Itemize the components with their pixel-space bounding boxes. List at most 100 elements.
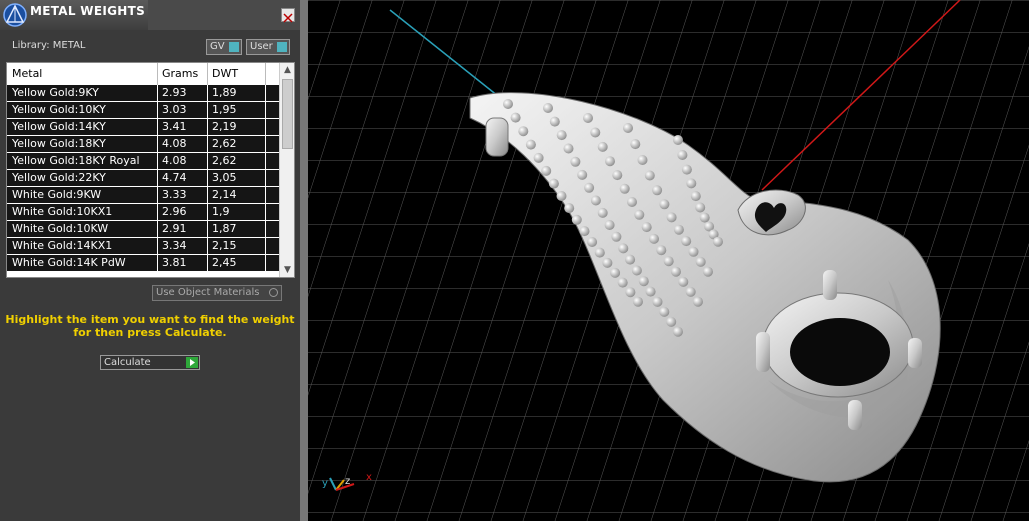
cell-grams: 3.03 <box>162 103 187 116</box>
bead <box>543 103 553 113</box>
table-row[interactable]: White Gold:10KX1 2.96 1,9 <box>7 204 279 221</box>
bead <box>548 178 559 189</box>
gizmo-y-label: y <box>322 478 328 489</box>
cell-metal: White Gold:9KW <box>12 188 102 201</box>
prong <box>756 332 770 372</box>
bead <box>652 185 663 196</box>
table-row[interactable]: Yellow Gold:22KY 4.74 3,05 <box>7 170 279 187</box>
bead <box>617 277 628 288</box>
cell-dwt: 1,9 <box>212 205 230 218</box>
table-row[interactable]: Yellow Gold:10KY 3.03 1,95 <box>7 102 279 119</box>
scroll-up-icon[interactable]: ▲ <box>280 63 294 77</box>
cell-dwt: 2,14 <box>212 188 237 201</box>
bead <box>612 170 623 181</box>
table-row[interactable]: Yellow Gold:9KY 2.93 1,89 <box>7 85 279 102</box>
cell-divider <box>207 255 208 271</box>
viewport-canvas[interactable]: y z x <box>308 0 1029 521</box>
use-object-materials-toggle[interactable]: Use Object Materials <box>152 285 282 301</box>
cell-grams: 3.41 <box>162 120 187 133</box>
toggle-indicator-icon <box>277 42 287 52</box>
table-row[interactable]: White Gold:14K PdW 3.81 2,45 <box>7 255 279 272</box>
bead <box>677 150 688 160</box>
cell-metal: Yellow Gold:9KY <box>12 86 99 99</box>
table-body: Yellow Gold:9KY 2.93 1,89 Yellow Gold:10KY 3… <box>7 85 279 272</box>
cell-metal: White Gold:14K PdW <box>12 256 126 269</box>
bead <box>713 236 723 247</box>
column-divider <box>157 63 158 85</box>
panel-divider[interactable] <box>300 0 308 521</box>
column-header-dwt[interactable]: DWT <box>212 67 238 80</box>
cell-divider <box>207 153 208 169</box>
bead <box>681 236 692 247</box>
column-header-metal[interactable]: Metal <box>12 67 42 80</box>
cell-grams: 4.08 <box>162 154 187 167</box>
bead <box>602 257 613 268</box>
bead <box>673 224 684 235</box>
cell-divider <box>157 221 158 237</box>
bead <box>686 178 697 189</box>
table-scrollbar[interactable]: ▲ ▼ <box>279 63 294 277</box>
table-row[interactable]: White Gold:10KW 2.91 1,87 <box>7 221 279 238</box>
bead <box>659 199 670 210</box>
cell-divider <box>207 136 208 152</box>
bail-post <box>485 117 509 157</box>
scroll-thumb[interactable] <box>282 79 293 149</box>
close-icon <box>283 13 293 23</box>
bead <box>587 237 598 247</box>
table-row[interactable]: Yellow Gold:18KY 4.08 2,62 <box>7 136 279 153</box>
bead <box>571 214 582 225</box>
user-toggle[interactable]: User <box>246 39 290 55</box>
bead <box>590 195 601 206</box>
bead <box>631 265 642 276</box>
prong <box>823 270 837 300</box>
prong <box>848 400 862 430</box>
cell-divider <box>265 187 266 203</box>
cell-divider <box>265 102 266 118</box>
gv-toggle[interactable]: GV <box>206 39 242 55</box>
cell-metal: Yellow Gold:10KY <box>12 103 106 116</box>
cell-divider <box>157 119 158 135</box>
table-row[interactable]: White Gold:9KW 3.33 2,14 <box>7 187 279 204</box>
cell-metal: White Gold:14KX1 <box>12 239 113 252</box>
cell-divider <box>157 170 158 186</box>
bead <box>673 326 683 337</box>
bead <box>693 296 703 307</box>
bead <box>666 212 677 223</box>
metal-table: Metal Grams DWT Yellow Gold:9KY 2.93 1,89 Y… <box>6 62 295 278</box>
bead <box>563 143 574 154</box>
cell-divider <box>157 204 158 220</box>
bead <box>556 191 567 201</box>
title-tab-area <box>148 0 300 30</box>
instruction-text: Highlight the item you want to find the … <box>5 313 295 339</box>
bead <box>695 202 706 213</box>
bead <box>590 127 601 138</box>
cell-divider <box>207 187 208 203</box>
3d-viewport[interactable]: y z x <box>308 0 1029 521</box>
cell-metal: Yellow Gold:18KY Royal <box>12 154 140 167</box>
app-logo-icon <box>3 3 27 27</box>
panel-title: METAL WEIGHTS <box>30 4 146 18</box>
bead <box>644 170 655 181</box>
table-row[interactable]: Yellow Gold:18KY Royal 4.08 2,62 <box>7 153 279 170</box>
radio-icon <box>269 288 278 297</box>
cell-dwt: 3,05 <box>212 171 237 184</box>
bead <box>625 287 636 298</box>
calculate-button[interactable]: Calculate <box>100 355 200 370</box>
bead <box>685 286 696 297</box>
cell-grams: 3.33 <box>162 188 187 201</box>
cell-divider <box>207 238 208 254</box>
bead <box>681 164 692 175</box>
column-header-grams[interactable]: Grams <box>162 67 198 80</box>
bead <box>634 209 645 220</box>
table-row[interactable]: White Gold:14KX1 3.34 2,15 <box>7 238 279 255</box>
cell-divider <box>265 204 266 220</box>
close-button[interactable] <box>281 8 295 23</box>
cell-divider <box>157 136 158 152</box>
cell-divider <box>265 153 266 169</box>
cell-grams: 4.74 <box>162 171 187 184</box>
cell-divider <box>265 170 266 186</box>
scroll-down-icon[interactable]: ▼ <box>280 263 294 277</box>
table-row[interactable]: Yellow Gold:14KY 3.41 2,19 <box>7 119 279 136</box>
prong <box>908 338 922 368</box>
cell-divider <box>265 221 266 237</box>
